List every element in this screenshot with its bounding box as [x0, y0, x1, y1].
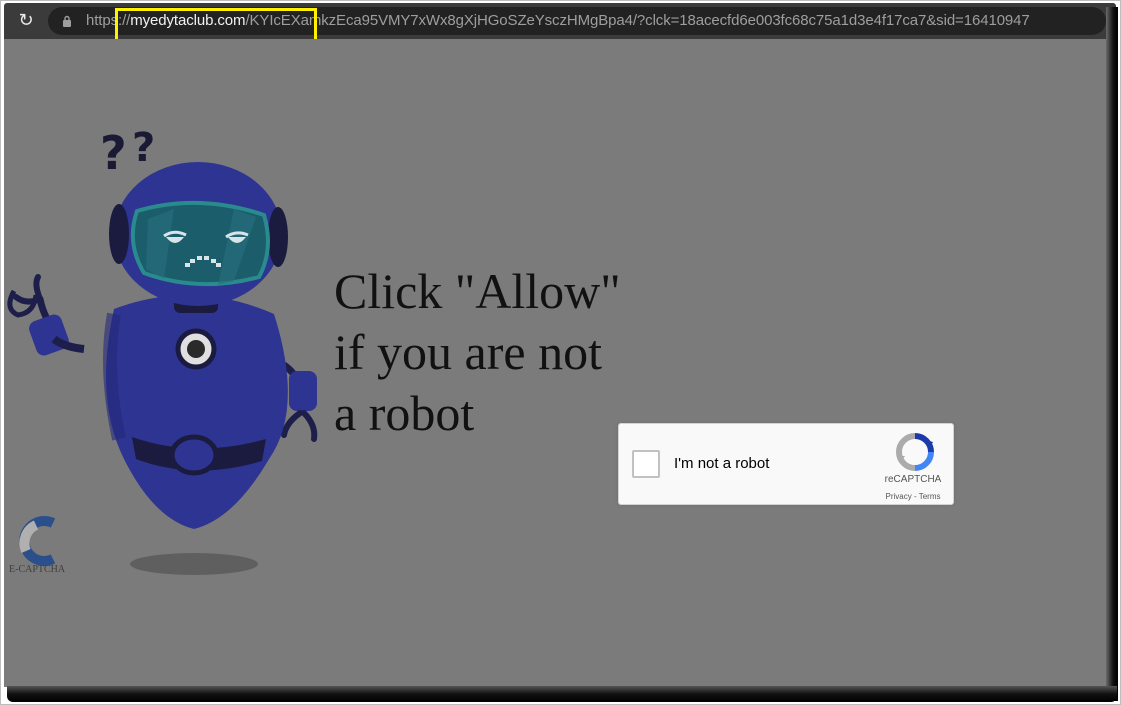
recaptcha-label: I'm not a robot	[674, 455, 770, 472]
recaptcha-brand: reCAPTCHA	[884, 474, 942, 485]
url-path: /KYIcEXamkzEca95VMY7xWx8gXjHGoSZeYsczHMg…	[245, 12, 1030, 29]
message-line: Click "Allow"	[334, 263, 621, 319]
privacy-link[interactable]: Privacy	[886, 492, 912, 501]
question-mark-icon: ?	[132, 125, 155, 171]
e-captcha-logo-text: E-CAPTCHA	[9, 564, 66, 575]
allow-prompt-message: Click "Allow" if you are not a robot	[334, 261, 674, 444]
frame-shadow-bottom	[7, 686, 1117, 702]
terms-link[interactable]: Terms	[919, 492, 941, 501]
links-separator: -	[911, 492, 919, 501]
not-robot-checkbox[interactable]	[632, 450, 660, 478]
question-mark-icon: ?	[100, 126, 127, 180]
recaptcha-logo-icon	[895, 433, 934, 471]
screenshot-frame: ↻ https://myedytaclub.com/KYIcEXamkzEca9…	[0, 0, 1121, 705]
lock-icon	[63, 15, 71, 27]
frame-shadow-right	[1106, 7, 1118, 701]
recaptcha-widget: I'm not a robot reCAPTCHA Privacy - Term…	[618, 423, 954, 505]
recaptcha-links: Privacy - Terms	[875, 492, 951, 501]
message-line: if you are not	[334, 324, 602, 380]
reload-icon[interactable]: ↻	[14, 9, 38, 33]
domain-highlight-box	[115, 8, 317, 43]
web-page: ? ? E-CAPTCHA Click "Allow" if you are n…	[4, 39, 1116, 687]
